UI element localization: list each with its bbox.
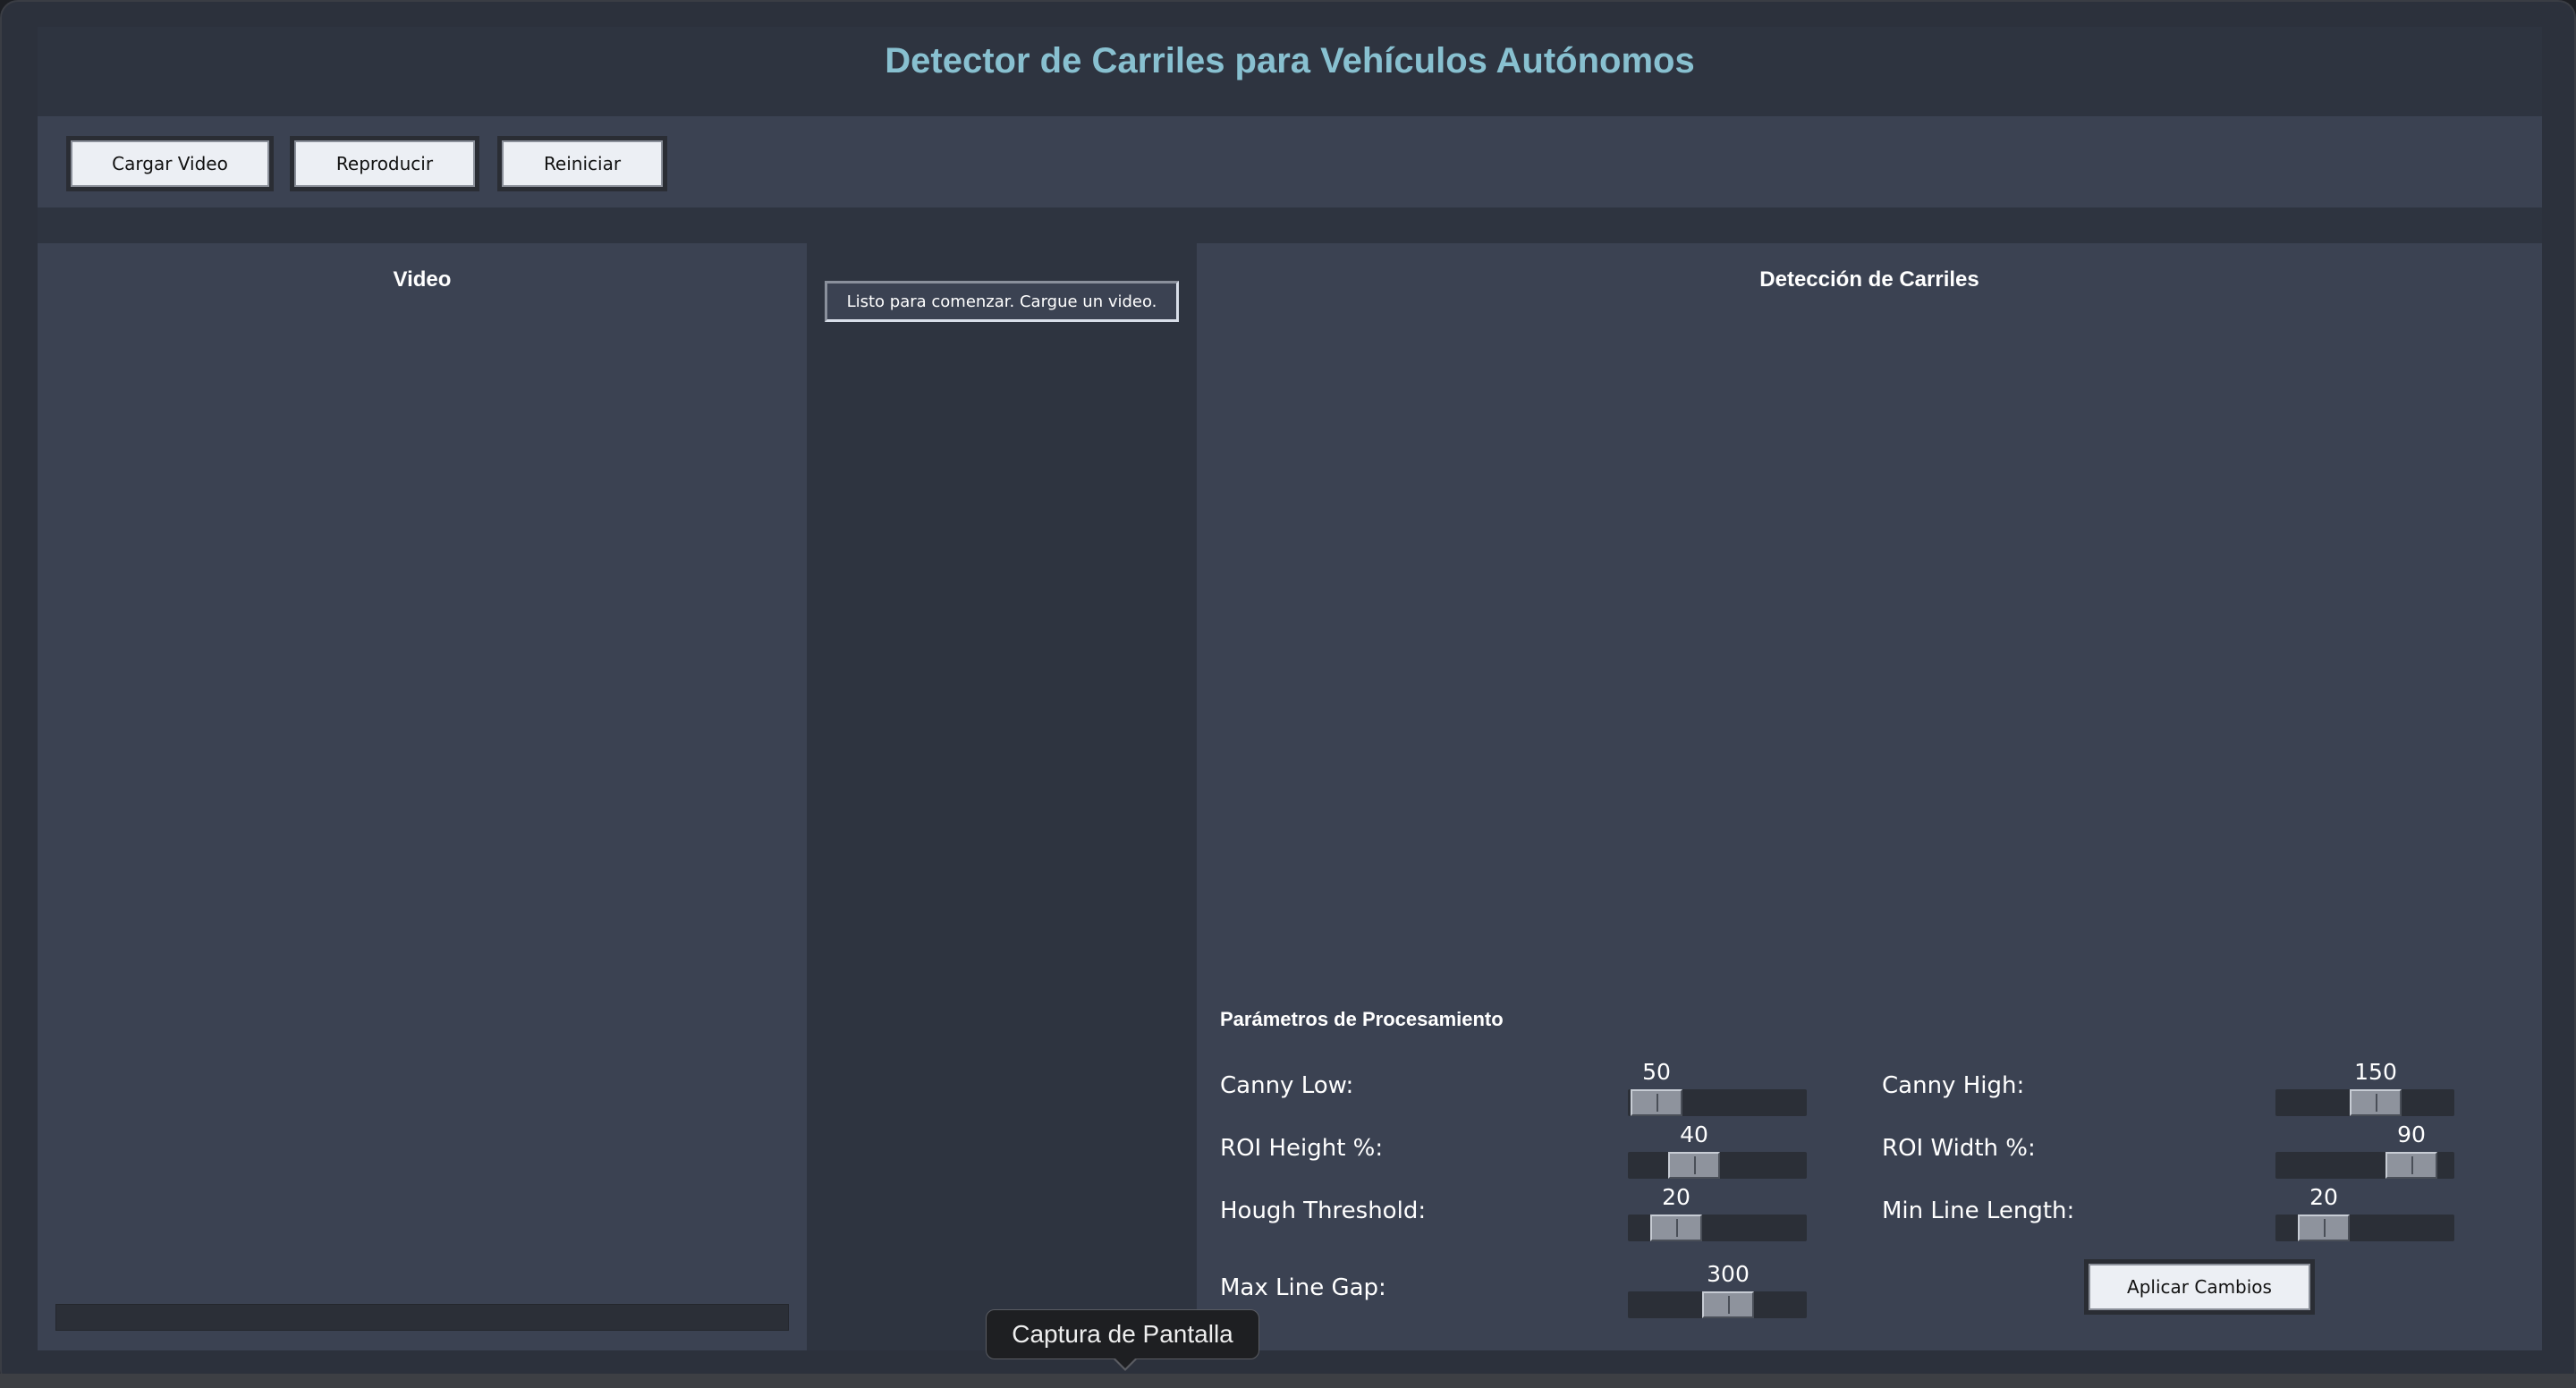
hough-threshold-label: Hough Threshold: xyxy=(1220,1198,1427,1224)
desktop-edge xyxy=(0,1374,2576,1388)
app-window: Detector de Carriles para Vehículos Autó… xyxy=(0,0,2576,1388)
roi-width-value: 90 xyxy=(2397,1121,2426,1147)
apply-changes-button[interactable]: Aplicar Cambios xyxy=(2084,1259,2315,1315)
slider-thumb[interactable] xyxy=(1631,1089,1682,1116)
slider-thumb[interactable] xyxy=(1650,1214,1702,1241)
canny-low-label: Canny Low: xyxy=(1220,1072,1354,1099)
video-panel-title: Video xyxy=(393,267,452,292)
reset-button[interactable]: Reiniciar xyxy=(497,136,667,191)
canny-high-label: Canny High: xyxy=(1882,1072,2025,1099)
max-line-gap-slider[interactable]: 300 xyxy=(1628,1261,1807,1318)
params-heading: Parámetros de Procesamiento xyxy=(1220,1008,1504,1030)
slider-thumb[interactable] xyxy=(2385,1152,2437,1179)
app-title: Detector de Carriles para Vehículos Autó… xyxy=(885,40,1695,80)
roi-height-value: 40 xyxy=(1680,1121,1708,1147)
canny-high-slider[interactable]: 150 xyxy=(2275,1059,2454,1116)
slider-thumb[interactable] xyxy=(1668,1152,1720,1179)
status-message: Listo para comenzar. Cargue un video. xyxy=(825,281,1179,322)
title-bar: Detector de Carriles para Vehículos Autó… xyxy=(38,27,2542,116)
roi-height-slider[interactable]: 40 xyxy=(1628,1121,1807,1179)
slider-thumb[interactable] xyxy=(2350,1089,2402,1116)
video-progress-bar[interactable] xyxy=(55,1304,789,1331)
min-line-length-value: 20 xyxy=(2309,1184,2338,1210)
load-video-button[interactable]: Cargar Video xyxy=(66,136,274,191)
tooltip-arrow-inner xyxy=(1114,1358,1136,1368)
max-line-gap-label: Max Line Gap: xyxy=(1220,1274,1386,1301)
canny-high-value: 150 xyxy=(2354,1059,2397,1085)
max-line-gap-value: 300 xyxy=(1707,1261,1750,1287)
min-line-length-slider[interactable]: 20 xyxy=(2275,1184,2454,1241)
detection-panel-title: Detección de Carriles xyxy=(1759,267,1979,292)
slider-thumb[interactable] xyxy=(1702,1291,1754,1318)
screenshot-tooltip: Captura de Pantalla xyxy=(986,1309,1259,1359)
play-button[interactable]: Reproducir xyxy=(290,136,479,191)
video-panel: Video xyxy=(38,243,807,1350)
separator xyxy=(38,207,2542,243)
hough-threshold-slider[interactable]: 20 xyxy=(1628,1184,1807,1241)
roi-width-label: ROI Width %: xyxy=(1882,1135,2036,1162)
min-line-length-label: Min Line Length: xyxy=(1882,1198,2075,1224)
roi-height-label: ROI Height %: xyxy=(1220,1135,1384,1162)
toolbar: Cargar Video Reproducir Reiniciar xyxy=(38,116,2542,207)
canny-low-slider[interactable]: 50 xyxy=(1628,1059,1807,1116)
status-column: Listo para comenzar. Cargue un video. xyxy=(807,243,1197,1350)
roi-width-slider[interactable]: 90 xyxy=(2275,1121,2454,1179)
hough-threshold-value: 20 xyxy=(1662,1184,1690,1210)
slider-thumb[interactable] xyxy=(2298,1214,2350,1241)
canny-low-value: 50 xyxy=(1642,1059,1671,1085)
